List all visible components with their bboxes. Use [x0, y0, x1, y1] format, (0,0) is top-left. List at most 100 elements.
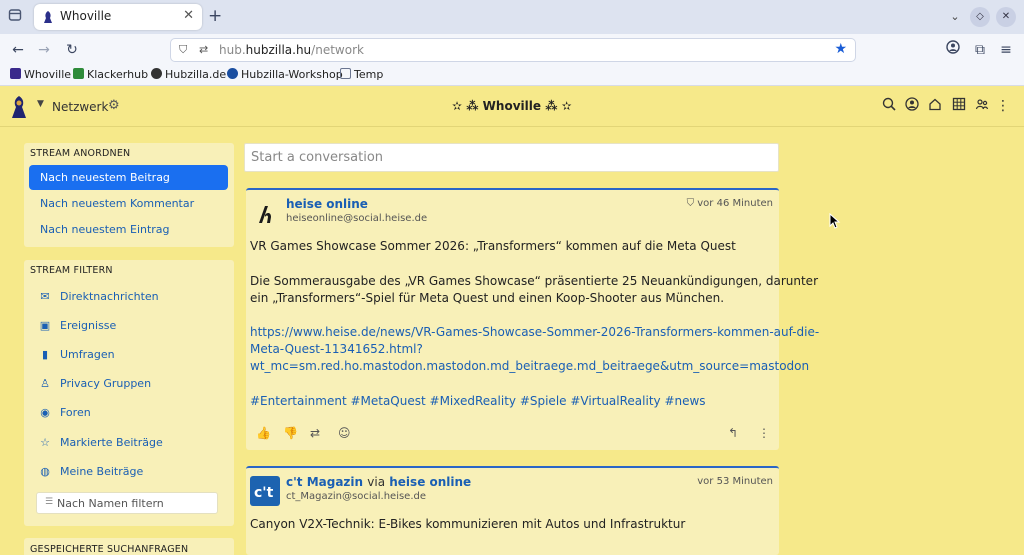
post-body-line: Die Sommerausgabe des „VR Games Showcase…	[250, 274, 819, 288]
post-link[interactable]: Meta-Quest-11341652.html?	[250, 342, 423, 356]
post-body-line: ein „Transformers“-Spiel für Meta Quest …	[250, 291, 725, 305]
url-text[interactable]: hub.hubzilla.hu/network	[219, 43, 364, 57]
star-icon: ☆	[40, 436, 50, 449]
hubzilla-bookmark-icon	[151, 68, 162, 79]
post-card: c't c't Magazin via heise online ct_Maga…	[246, 466, 779, 555]
list-tabs-icon[interactable]: ⌄	[944, 6, 966, 28]
workshop-bookmark-icon	[227, 68, 238, 79]
filter-events[interactable]: ▣ Ereignisse	[38, 319, 117, 332]
saved-searches-panel: GESPEICHERTE SUCHANFRAGEN	[24, 538, 234, 555]
bookmark-klackerhub[interactable]: Klackerhub	[73, 68, 148, 81]
gear-icon[interactable]: ⚙	[108, 98, 120, 113]
post-composer[interactable]: Start a conversation	[244, 143, 779, 172]
post-time: vor 53 Minuten	[697, 476, 773, 487]
folder-icon	[340, 68, 351, 79]
filter-polls[interactable]: ▮ Umfragen	[38, 348, 115, 361]
new-tab-icon[interactable]: +	[208, 6, 222, 26]
like-icon[interactable]: 👍	[256, 426, 271, 440]
forward-icon[interactable]: →	[34, 40, 54, 60]
shield-check-icon: ⛉	[686, 198, 698, 209]
grid-icon[interactable]	[950, 97, 968, 115]
avatar[interactable]	[8, 95, 30, 119]
whoville-favicon-icon	[44, 11, 52, 23]
svg-text:c't: c't	[254, 485, 274, 501]
user-circle-icon: ◍	[40, 465, 50, 478]
post-link[interactable]: https://www.heise.de/news/VR-Games-Showc…	[250, 325, 819, 339]
extensions-icon[interactable]: ⧉	[970, 40, 990, 60]
app-navbar: ▼ Netzwerk ⚙ ✫ ⁂ Whoville ⁂ ✫ ⋮	[0, 87, 1024, 127]
bookmark-whoville[interactable]: Whoville	[10, 68, 71, 81]
dislike-icon[interactable]: 👎	[283, 426, 298, 440]
more-vertical-icon[interactable]: ⋮	[758, 426, 770, 440]
reply-icon[interactable]: ↰	[728, 426, 738, 440]
bookmark-temp[interactable]: Temp	[340, 68, 383, 81]
filter-forums[interactable]: ◉ Foren	[38, 406, 91, 419]
composer-placeholder: Start a conversation	[251, 150, 384, 165]
post-handle: ct_Magazin@social.heise.de	[286, 491, 427, 502]
filter-privacy-groups[interactable]: ♙ Privacy Gruppen	[38, 377, 151, 390]
envelope-icon: ✉	[40, 290, 50, 303]
name-filter-input[interactable]: ☰ Nach Namen filtern	[36, 492, 218, 514]
tab-overview-icon[interactable]	[6, 8, 24, 26]
post-author[interactable]: c't Magazin via heise online	[286, 475, 471, 489]
window-close-icon[interactable]: ✕	[996, 7, 1016, 27]
page-title: Netzwerk	[52, 100, 109, 114]
menu-icon[interactable]: ≡	[996, 40, 1016, 60]
heise-avatar[interactable]	[250, 198, 280, 228]
filter-direct-messages[interactable]: ✉ Direktnachrichten	[38, 290, 158, 303]
tab-close-icon[interactable]: ✕	[183, 8, 194, 23]
filter-icon: ☰	[45, 497, 54, 507]
post-link[interactable]: wt_mc=sm.red.ho.mastodon.mastodon.md_bei…	[250, 359, 809, 373]
name-filter-placeholder: Nach Namen filtern	[57, 497, 164, 510]
bookmark-hubzilla-workshop[interactable]: Hubzilla-Workshop	[227, 68, 343, 81]
emoji-icon[interactable]: ☺	[338, 426, 351, 440]
repeat-icon[interactable]: ⇄	[310, 426, 320, 440]
bookmark-hubzilla-de[interactable]: Hubzilla.de	[151, 68, 226, 81]
back-icon[interactable]: ←	[8, 40, 28, 60]
forum-icon: ◉	[40, 406, 50, 419]
filter-my-posts[interactable]: ◍ Meine Beiträge	[38, 465, 143, 478]
stream-order-heading: STREAM ANORDNEN	[30, 148, 131, 159]
post-hashtags[interactable]: #Entertainment #MetaQuest #MixedReality …	[250, 394, 706, 408]
post-title: Canyon V2X-Technik: E-Bikes kommuniziere…	[250, 517, 686, 531]
people-icon[interactable]	[973, 97, 991, 115]
window-restore-icon[interactable]: ◇	[970, 7, 990, 27]
order-newest-comment[interactable]: Nach neuestem Kommentar	[29, 191, 228, 216]
post-title: VR Games Showcase Sommer 2026: „Transfor…	[250, 239, 736, 253]
search-icon[interactable]	[880, 97, 898, 115]
user-circle-icon[interactable]	[903, 97, 921, 115]
stream-filter-panel: STREAM FILTERN ✉ Direktnachrichten ▣ Ereig…	[24, 260, 234, 526]
order-newest-entry[interactable]: Nach neuestem Eintrag	[29, 217, 228, 242]
chevron-down-icon[interactable]: ▼	[37, 99, 44, 109]
home-icon[interactable]	[926, 97, 944, 115]
person-icon: ♙	[40, 377, 50, 390]
ct-magazin-avatar[interactable]: c't	[250, 476, 280, 506]
post-author[interactable]: heise online	[286, 197, 368, 211]
order-newest-post[interactable]: Nach neuestem Beitrag	[29, 165, 228, 190]
whoville-bookmark-icon	[10, 68, 21, 79]
browser-navbar: ← → ↻ ⛉ ⇄ hub.hubzilla.hu/network ★ ⧉ ≡	[0, 34, 1024, 66]
stream-filter-heading: STREAM FILTERN	[30, 265, 113, 276]
browser-tabstrip: Whoville ✕ + ⌄ ◇ ✕	[0, 0, 1024, 34]
stream-order-panel: STREAM ANORDNEN Nach neuestem Beitrag Na…	[24, 143, 234, 247]
browser-tab[interactable]: Whoville ✕	[34, 4, 202, 30]
mouse-cursor-icon	[829, 213, 841, 229]
tab-title: Whoville	[60, 9, 112, 23]
site-title[interactable]: ✫ ⁂ Whoville ⁂ ✫	[452, 99, 572, 113]
post-handle: heiseonline@social.heise.de	[286, 213, 428, 224]
calendar-icon: ▣	[39, 319, 51, 332]
klackerhub-bookmark-icon	[73, 68, 84, 79]
post-card: heise online heiseonline@social.heise.de…	[246, 188, 819, 450]
account-icon[interactable]	[943, 40, 963, 60]
bar-chart-icon: ▮	[41, 348, 49, 361]
bookmarks-bar: Whoville Klackerhub Hubzilla.de Hubzilla…	[0, 66, 1024, 86]
more-vertical-icon[interactable]: ⋮	[994, 97, 1012, 115]
filter-starred[interactable]: ☆ Markierte Beiträge	[38, 436, 163, 449]
url-bar[interactable]: ⛉ ⇄ hub.hubzilla.hu/network ★	[170, 38, 856, 62]
bookmark-star-icon[interactable]: ★	[834, 41, 847, 57]
saved-searches-heading: GESPEICHERTE SUCHANFRAGEN	[30, 544, 189, 555]
reload-icon[interactable]: ↻	[62, 40, 82, 60]
permissions-icon[interactable]: ⇄	[199, 43, 208, 56]
post-time: ⛉ vor 46 Minuten	[686, 198, 773, 209]
shield-icon[interactable]: ⛉	[179, 43, 187, 57]
